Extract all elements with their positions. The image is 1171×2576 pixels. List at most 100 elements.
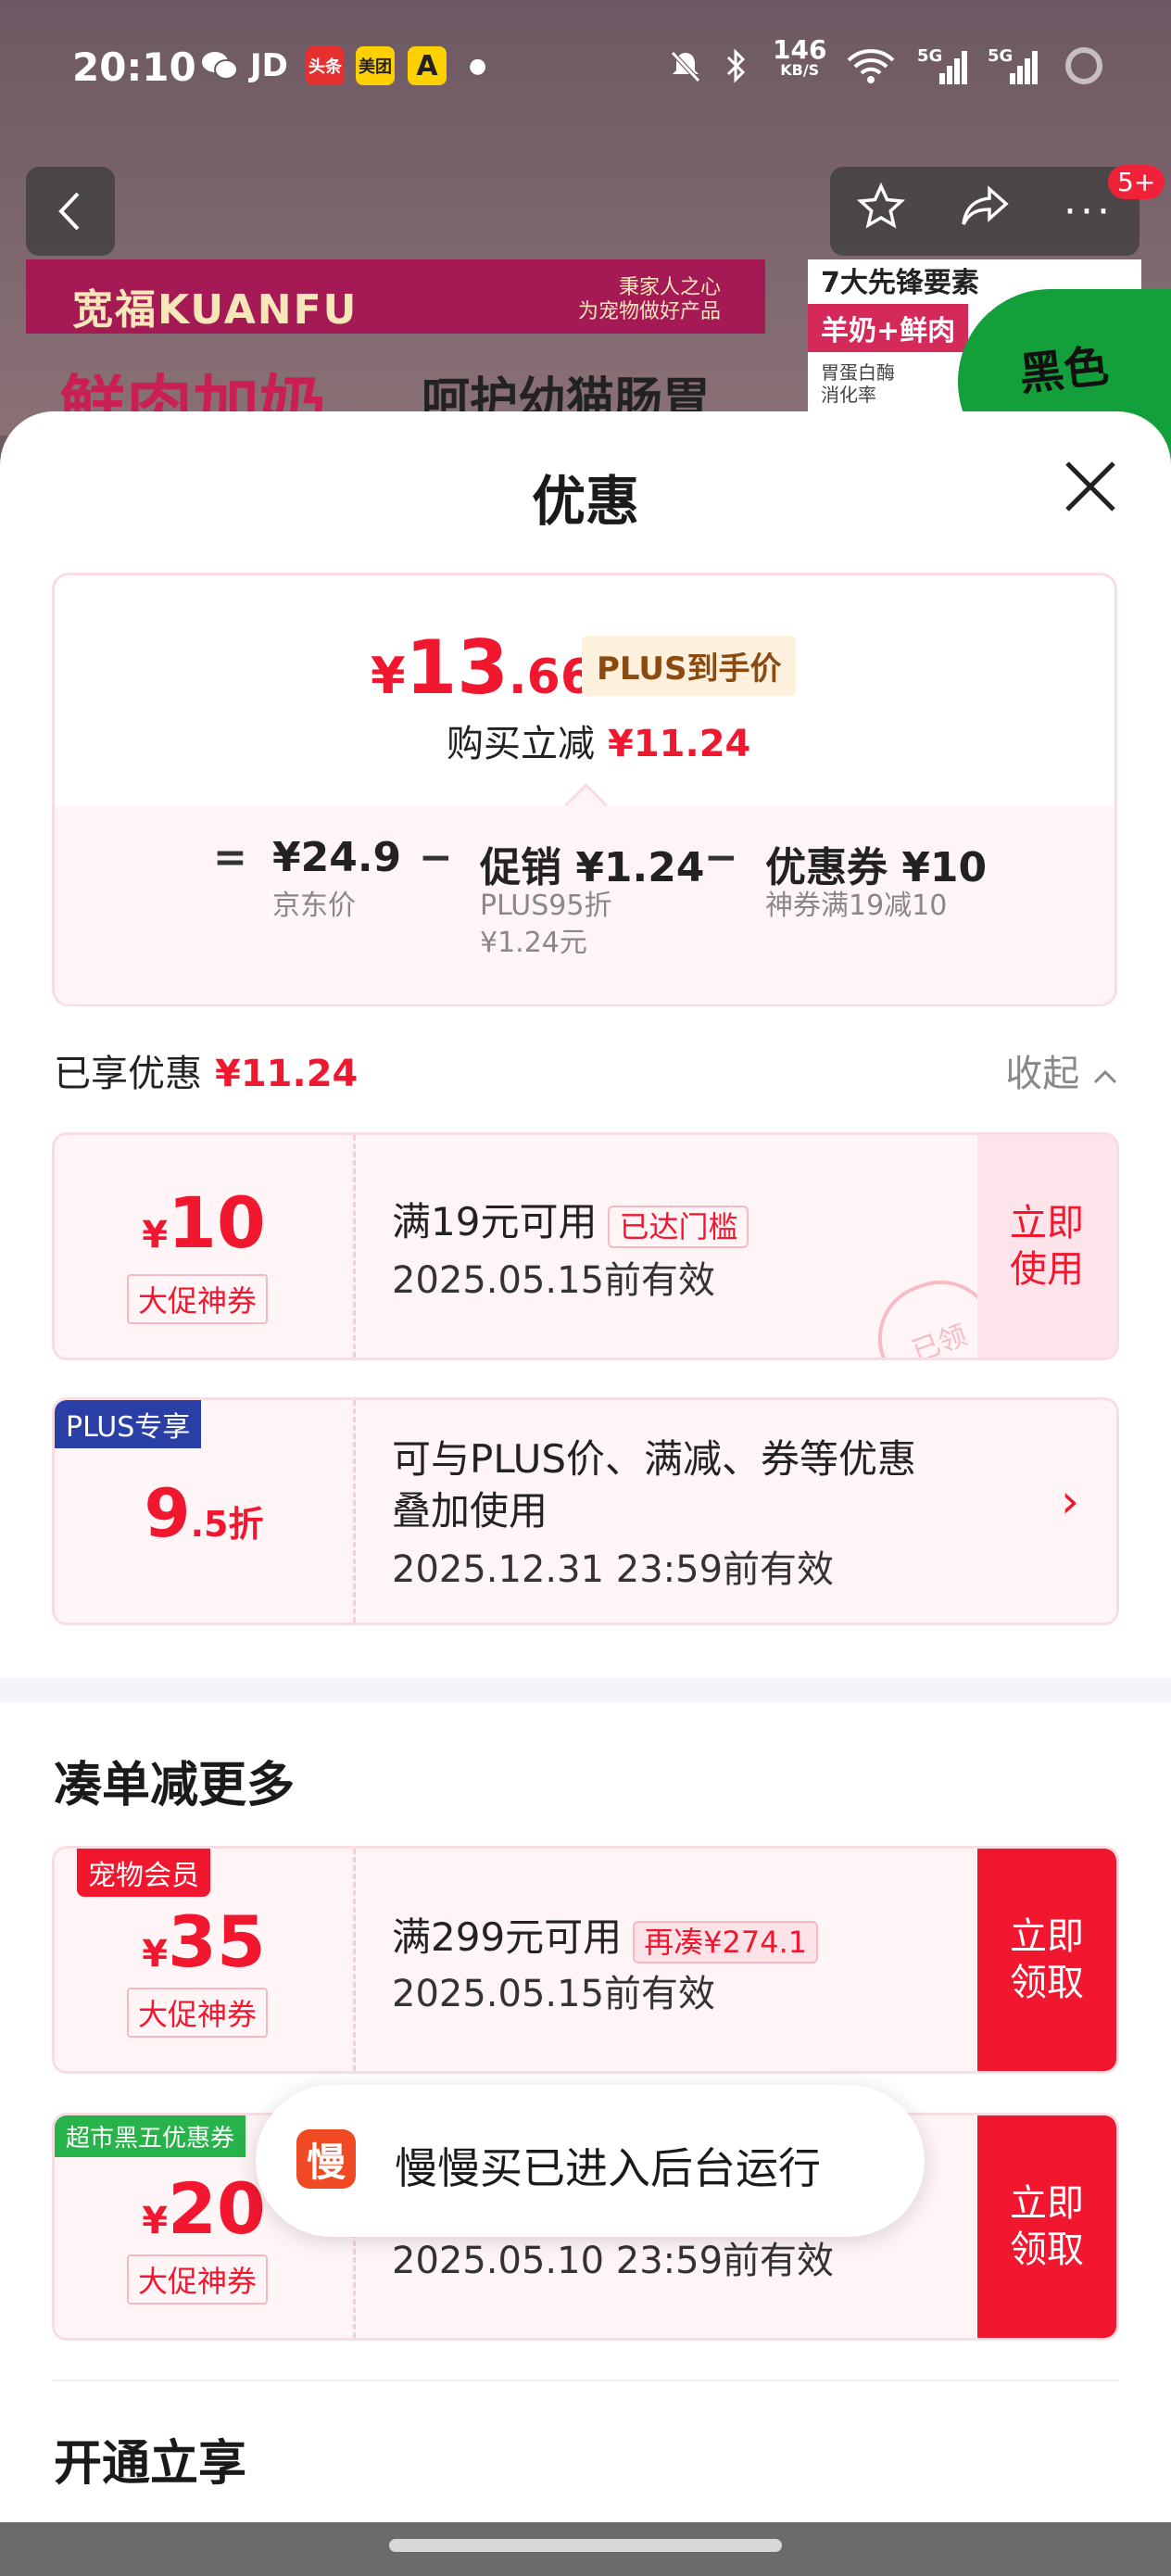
final-price-integer: 13 <box>405 625 509 711</box>
coupon-3-amount: ¥35 <box>55 1900 353 1983</box>
coupon-1-threshold-badge: 已达门槛 <box>608 1205 749 1248</box>
background-run-toast: 慢 慢慢买已进入后台运行 <box>256 2085 925 2237</box>
open-section-title: 开通立享 <box>54 2436 247 2492</box>
final-price: ¥13.66 <box>371 625 594 711</box>
coupon-3-validity: 2025.05.15前有效 <box>392 1973 716 2015</box>
status-bar: 20:10 JD 头条 美团 A ● 146 KB/S 5G 5G <box>0 0 1171 139</box>
coupon-4-number: 20 <box>168 2167 266 2250</box>
plus-ribbon: PLUS专享 <box>55 1400 202 1448</box>
coupon-4-validity: 2025.05.10 23:59前有效 <box>392 2240 835 2282</box>
sheet-title: 优惠 <box>531 470 639 533</box>
top-actions: ··· <box>830 167 1140 256</box>
plus-discount-amount: 9.5折 <box>55 1474 353 1552</box>
enjoyed-discount: 已享优惠 ¥11.24 <box>54 1043 358 1097</box>
claim-button-2[interactable]: 立即 领取 <box>977 2115 1116 2338</box>
chevron-left-icon <box>58 192 80 231</box>
instant-discount: 购买立减 ¥11.24 <box>447 713 750 767</box>
coupon-card-1: ¥10 大促神券 满19元可用 已达门槛 2025.05.15前有效 已领 立即使… <box>52 1132 1119 1360</box>
plus-price-tag: PLUS到手价 <box>582 636 797 696</box>
more-section-title: 凑单减更多 <box>54 1758 296 1813</box>
supermarket-ribbon: 超市黑五优惠券 <box>55 2115 246 2157</box>
coupon-3-gap-badge: 再凑¥274.1 <box>633 1920 819 1964</box>
coupon-1-amount: ¥10 <box>55 1181 353 1264</box>
status-time: 20:10 <box>72 44 196 90</box>
enjoyed-value: ¥11.24 <box>215 1053 359 1095</box>
coupon-4-label: 大促神券 <box>127 2254 269 2305</box>
battery-ring-icon <box>1064 46 1104 85</box>
chevron-up-icon <box>1093 1069 1117 1084</box>
coupon-amount: 优惠券 ¥10 <box>765 844 988 891</box>
signal-2-icon <box>1008 46 1039 85</box>
promo-detail: PLUS95折 ¥1.24元 <box>480 888 612 962</box>
final-price-yen: ¥ <box>371 647 406 705</box>
side-card-small: 胃蛋白酶 消化率 <box>821 361 895 406</box>
coupon-1-number: 10 <box>168 1181 266 1264</box>
plus-discount-number: 9 <box>144 1474 191 1552</box>
banner-slogan-line-2: 为宠物做好产品 <box>577 300 721 323</box>
manmanmai-app-icon: 慢 <box>296 2129 356 2189</box>
cart-badge: 5+ <box>1108 165 1165 199</box>
back-button[interactable] <box>26 167 115 256</box>
claim-button-1[interactable]: 立即 领取 <box>977 1849 1116 2071</box>
claim-1-line-1: 立即 <box>1010 1915 1084 1958</box>
coupon-4-yen: ¥ <box>142 2200 169 2242</box>
instant-discount-value: ¥11.24 <box>608 723 751 765</box>
wifi-icon <box>845 46 897 85</box>
more-icon[interactable]: ··· <box>1064 188 1114 235</box>
collapse-label: 收起 <box>1005 1053 1080 1095</box>
coupon-detail: 神券满19减10 <box>765 890 948 922</box>
section-divider <box>0 1677 1171 1703</box>
enjoyed-label: 已享优惠 <box>54 1053 202 1095</box>
banner-slogan-line-1: 秉家人之心 <box>618 276 721 299</box>
meituan-icon: 美团 <box>356 46 395 85</box>
coupon-1-condition-text: 满19元可用 <box>392 1199 598 1244</box>
favorite-star-icon[interactable] <box>856 182 906 242</box>
coupon-3-condition: 满299元可用 再凑¥274.1 <box>392 1906 819 1964</box>
plus-condition-1: 可与PLUS价、满减、券等优惠 <box>392 1436 917 1482</box>
coupon-1-label: 大促神券 <box>127 1274 269 1324</box>
coupon-3-number: 35 <box>168 1900 266 1983</box>
bluetooth-icon <box>723 46 750 85</box>
side-card-tag: 羊奶+鲜肉 <box>808 304 969 352</box>
plus-discount-validity: 2025.12.31 23:59前有效 <box>392 1548 835 1591</box>
pet-member-ribbon: 宠物会员 <box>77 1849 210 1897</box>
section-rule <box>52 2380 1119 2381</box>
use-now-line-1: 立即 <box>1010 1202 1084 1244</box>
share-icon[interactable] <box>958 182 1012 242</box>
use-now-button[interactable]: 立即 使用 <box>977 1135 1116 1357</box>
wechat-icon <box>200 46 239 85</box>
side-card-title: 7大先锋要素 <box>821 267 979 299</box>
claim-2-line-1: 立即 <box>1010 2182 1084 2225</box>
coupon-3-condition-text: 满299元可用 <box>392 1914 623 1960</box>
collapse-button[interactable]: 收起 <box>1005 1043 1119 1097</box>
use-now-line-2: 使用 <box>1010 1248 1084 1291</box>
promo-amount: 促销 ¥1.24 <box>480 844 705 891</box>
plus-discount-condition: 可与PLUS价、满减、券等优惠 叠加使用 <box>392 1433 916 1537</box>
home-gesture-bar[interactable] <box>389 2539 782 2552</box>
claim-2-line-2: 领取 <box>1010 2229 1084 2271</box>
coupon-3-label: 大促神券 <box>127 1988 269 2038</box>
promo-detail-1: PLUS95折 <box>480 890 612 922</box>
product-banner: 宽福KUANFU 秉家人之心 为宠物做好产品 <box>26 259 765 334</box>
claim-1-line-2: 领取 <box>1010 1962 1084 2004</box>
app-a-icon: A <box>408 46 447 85</box>
jd-price-label: 京东价 <box>272 890 356 922</box>
net-speed-unit: KB/S <box>780 61 820 79</box>
equals-sign: = <box>213 834 247 881</box>
plus-discount-suffix: .5折 <box>190 1504 264 1545</box>
coupon-3-yen: ¥ <box>142 1933 169 1976</box>
dot-icon: ● <box>469 54 487 78</box>
jd-price: ¥24.9 <box>272 834 402 881</box>
close-icon[interactable] <box>1058 454 1123 519</box>
toutiao-icon: 头条 <box>306 46 345 85</box>
plus-discount-card[interactable]: PLUS专享 9.5折 可与PLUS价、满减、券等优惠 叠加使用 2025.12… <box>52 1397 1119 1625</box>
promo-green-text: 黑色 <box>1016 340 1112 401</box>
toast-text: 慢慢买已进入后台运行 <box>395 2143 821 2193</box>
net-speed-value: 146 <box>773 34 827 65</box>
promo-detail-2: ¥1.24元 <box>480 927 587 959</box>
coupon-1-validity: 2025.05.15前有效 <box>392 1259 716 1302</box>
net-speed: 146 KB/S <box>773 34 827 80</box>
jd-icon: JD <box>250 47 288 84</box>
coupon-1-yen: ¥ <box>142 1214 169 1256</box>
signal-1-icon <box>938 46 969 85</box>
